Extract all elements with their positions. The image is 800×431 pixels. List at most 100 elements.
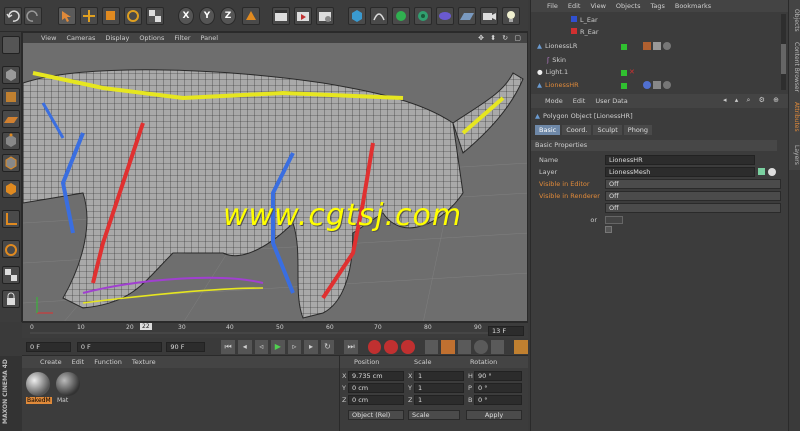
rotation-b-field[interactable]: 0 ° <box>474 395 522 405</box>
menu-view[interactable]: View <box>590 2 605 10</box>
current-frame-field[interactable]: 13 F <box>488 326 524 336</box>
menu-mode[interactable]: Mode <box>545 97 563 105</box>
tag-icon[interactable] <box>643 42 651 50</box>
prev-key-icon[interactable]: ◂ <box>237 339 252 354</box>
checker-icon[interactable] <box>146 7 164 25</box>
key-position-icon[interactable] <box>424 339 439 354</box>
start-frame-field[interactable]: 0 F <box>26 341 71 352</box>
xray-checkbox[interactable] <box>605 226 612 233</box>
visible-editor-dropdown[interactable]: Off <box>605 178 781 189</box>
menu-user-data[interactable]: User Data <box>595 97 627 105</box>
scale-x-field[interactable]: 1 <box>414 371 464 381</box>
render-picture-icon[interactable] <box>294 7 312 25</box>
menu-panel[interactable]: Panel <box>201 34 219 42</box>
object-row[interactable]: ʃ Skin <box>547 56 566 64</box>
menu-edit[interactable]: Edit <box>573 97 586 105</box>
menu-bookmarks[interactable]: Bookmarks <box>675 2 711 10</box>
axis-x-button[interactable]: X <box>178 7 194 25</box>
visibility-dot-icon[interactable] <box>621 44 627 50</box>
menu-file[interactable]: File <box>547 2 558 10</box>
axis-mode-icon[interactable] <box>2 210 20 228</box>
menu-cameras[interactable]: Cameras <box>66 34 95 42</box>
render-view-icon[interactable] <box>272 7 290 25</box>
snapping-icon[interactable] <box>2 266 20 284</box>
floor-icon[interactable] <box>458 7 476 25</box>
timeline[interactable]: 0 10 20 22 30 40 50 60 70 80 90 13 F <box>22 322 528 338</box>
menu-function[interactable]: Function <box>94 358 122 366</box>
coordinate-system-icon[interactable] <box>242 7 260 25</box>
scale-z-field[interactable]: 1 <box>414 395 464 405</box>
deformer-icon[interactable] <box>436 7 454 25</box>
max-frame-field[interactable]: 90 F <box>166 341 206 352</box>
tab-basic[interactable]: Basic <box>535 125 561 135</box>
light-icon[interactable] <box>502 7 520 25</box>
edges-mode-icon[interactable] <box>2 154 20 172</box>
tag-icon[interactable] <box>653 42 661 50</box>
menu-create[interactable]: Create <box>40 358 62 366</box>
undo-icon[interactable] <box>4 7 22 25</box>
live-selection-icon[interactable] <box>58 7 76 25</box>
menu-objects[interactable]: Objects <box>616 2 641 10</box>
tab-coord[interactable]: Coord. <box>562 125 592 135</box>
menu-options[interactable]: Options <box>139 34 164 42</box>
rotation-p-field[interactable]: 0 ° <box>474 383 522 393</box>
visible-renderer-dropdown[interactable]: Off <box>605 190 781 201</box>
layer-clear-icon[interactable] <box>768 167 776 176</box>
visibility-dot-icon[interactable] <box>621 70 627 76</box>
position-x-field[interactable]: 9.735 cm <box>348 371 404 381</box>
axis-z-button[interactable]: Z <box>220 7 236 25</box>
min-frame-field[interactable]: 0 F <box>76 341 163 352</box>
name-field[interactable]: LionessHR <box>605 154 755 165</box>
record-icon[interactable] <box>367 339 382 354</box>
object-row[interactable]: ▲ LionessLR <box>537 42 577 50</box>
use-color-dropdown[interactable]: Off <box>605 202 781 213</box>
menu-tags[interactable]: Tags <box>650 2 664 10</box>
tab-sculpt[interactable]: Sculpt <box>593 125 622 135</box>
subdivision-icon[interactable] <box>392 7 410 25</box>
array-icon[interactable] <box>414 7 432 25</box>
menu-edit[interactable]: Edit <box>568 2 581 10</box>
menu-view[interactable]: View <box>41 34 56 42</box>
model-mode-icon[interactable] <box>2 66 20 84</box>
keyframe-selection-icon[interactable] <box>401 339 415 354</box>
key-pla-icon[interactable] <box>490 339 505 354</box>
render-settings-icon[interactable] <box>316 7 334 25</box>
coord-mode-dropdown[interactable]: Object (Rel) <box>348 410 404 420</box>
go-to-start-icon[interactable]: ⏮ <box>221 339 235 354</box>
object-scrollbar[interactable] <box>781 14 786 90</box>
redo-icon[interactable] <box>24 7 42 25</box>
camera-icon[interactable] <box>480 7 498 25</box>
position-y-field[interactable]: 0 cm <box>348 383 404 393</box>
side-tab-attributes[interactable]: Attributes <box>788 94 800 140</box>
spline-pen-icon[interactable] <box>370 7 388 25</box>
layer-field[interactable]: LionessMesh <box>605 166 755 177</box>
workplane-icon[interactable] <box>2 110 20 128</box>
object-row-selected[interactable]: ▲ LionessHR <box>537 81 579 89</box>
object-row[interactable]: ● Light.1 <box>537 68 568 76</box>
scale-icon[interactable] <box>102 7 120 25</box>
texture-mode-icon[interactable] <box>2 88 20 106</box>
points-mode-icon[interactable] <box>2 132 20 150</box>
autokey-icon[interactable] <box>384 339 398 354</box>
rotation-h-field[interactable]: 90 ° <box>474 371 522 381</box>
key-rotation-icon[interactable] <box>457 339 472 354</box>
tweak-mode-icon[interactable] <box>2 240 20 258</box>
scale-mode-dropdown[interactable]: Scale <box>408 410 460 420</box>
prev-frame-icon[interactable]: ◃ <box>254 339 269 354</box>
tag-icon[interactable] <box>663 42 671 50</box>
polygons-mode-icon[interactable] <box>2 180 20 198</box>
object-row[interactable]: R_Ear <box>571 28 599 36</box>
move-icon[interactable] <box>80 7 98 25</box>
viewport-nav-icons[interactable]: ✥ ⬍ ↻ ▢ <box>478 34 523 42</box>
attribute-nav-icons[interactable]: ◂ ▴ ⌕ ⚙ ⊕ <box>723 96 782 105</box>
tab-phong[interactable]: Phong <box>623 125 653 135</box>
material-baked[interactable]: BakedM <box>26 372 52 404</box>
key-param-icon[interactable] <box>474 339 488 354</box>
side-tab-objects[interactable]: Objects <box>788 0 800 40</box>
make-editable-icon[interactable] <box>2 36 20 54</box>
timeline-playhead[interactable]: 22 <box>140 323 152 330</box>
menu-edit[interactable]: Edit <box>72 358 85 366</box>
visibility-dot-icon[interactable] <box>621 83 627 89</box>
object-row[interactable]: L_Ear <box>571 16 598 24</box>
timeline-window-icon[interactable] <box>514 339 528 354</box>
